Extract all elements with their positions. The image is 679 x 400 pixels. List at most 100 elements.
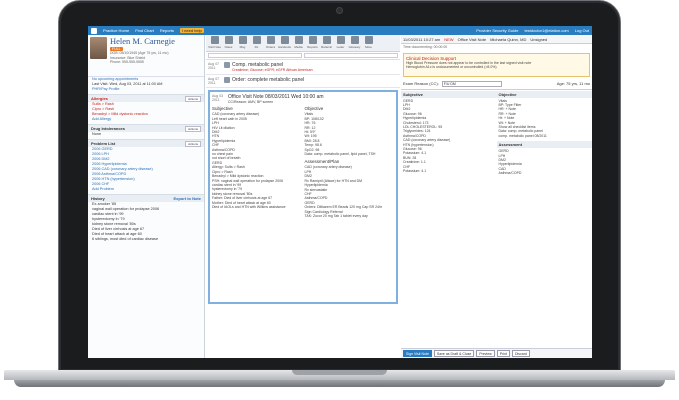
orders-button[interactable]: Orders	[264, 36, 277, 50]
camera	[336, 7, 343, 14]
note-date: Aug 03 2011	[212, 94, 224, 102]
nav-user[interactable]: testdoctor1@elation.com	[524, 28, 568, 33]
notes-button[interactable]: Notes	[222, 36, 235, 50]
note-line: TAK: Zocor 20 mg Tab 1 tablet every day	[304, 213, 368, 218]
discard-button[interactable]: Discard	[512, 350, 530, 357]
save-draft-button[interactable]: Save as Draft & Close	[433, 350, 475, 357]
print-button[interactable]: Print	[496, 350, 510, 357]
handouts-button[interactable]: Handouts	[278, 36, 291, 50]
time-documenting: Time documenting: 00:00:00	[403, 45, 448, 49]
editor-header: 11/03/2011 10:27 am NEW Office Visit Not…	[401, 35, 592, 44]
note-subjective: Subjective CAD (coronary artery disease)…	[212, 106, 302, 218]
preview-button[interactable]: Preview	[476, 350, 495, 357]
history-footer: 6 siblings, most died of cardiac disease	[92, 237, 159, 241]
entry-sub: Creatinine; Glucose; eGFR; eGFR African …	[232, 68, 313, 72]
sign-visit-note-button[interactable]: Sign Visit Note	[403, 350, 432, 357]
visit-note-button[interactable]: Visit Note	[208, 36, 221, 50]
nav-logout[interactable]: Log Out	[575, 28, 589, 33]
problem-actions[interactable]: Actions	[185, 140, 201, 147]
top-nav: Practice Home Find Chart Reports I need …	[88, 26, 592, 35]
note-line: Asthma/COPD	[498, 171, 522, 176]
provider-select[interactable]: Michaela Quinn, MD	[490, 37, 526, 42]
orders-icon	[266, 36, 275, 44]
note-editor: 11/03/2011 10:27 am NEW Office Visit Not…	[401, 35, 592, 358]
note-type-select[interactable]: Office Visit Note	[458, 37, 487, 42]
problem-list-header[interactable]: Problem List Actions	[88, 140, 204, 147]
chart-toolbar: Visit Note Notes Msg Rx Orders Handouts …	[206, 35, 400, 52]
more-icon	[364, 36, 373, 44]
glossary-icon	[350, 36, 359, 44]
nav-help[interactable]: I need help	[179, 28, 204, 33]
note-line: comp. metabolic panel 08/2011	[498, 133, 547, 138]
nav-reports[interactable]: Reports	[160, 28, 174, 33]
filter-select[interactable]	[208, 53, 302, 58]
patient-age: Age: 75 yrs, 11 mo	[556, 81, 590, 87]
allergies-header[interactable]: Allergies Actions	[88, 95, 204, 102]
media-button[interactable]: Media	[292, 36, 305, 50]
drug-none: None	[92, 132, 102, 136]
nav-security-guide[interactable]: Provider Security Guide	[476, 28, 518, 33]
entry-title: Order: complete metabolic panel	[232, 77, 305, 83]
more-button[interactable]: More	[362, 36, 375, 50]
editor-subjective: Subjective GERD LPH DM2 Glucose: 96 Hyperlip…	[401, 90, 497, 177]
note-line: Potassium: 4.1	[403, 169, 427, 174]
assessment-header: Assessment	[496, 141, 592, 149]
unsigned-badge: Unsigned	[530, 36, 548, 42]
feed-entry[interactable]: Aug 07 2011 Comp. metabolic panel Creatin…	[206, 60, 400, 75]
feed-entry[interactable]: Aug 07 2011 Order: complete metabolic pa…	[206, 75, 400, 88]
visit-note-card[interactable]: Aug 03 2011 Office Visit Note 08/03/2011…	[208, 90, 398, 304]
entry-date: Aug 07 2011	[208, 62, 220, 70]
msg-button[interactable]: Msg	[236, 36, 249, 50]
add-allergy-link[interactable]: Add Allergy	[88, 117, 204, 122]
new-badge: NEW	[444, 36, 454, 42]
patient-dob: DOB: 05/10/1945 (Age 75 yrs, 11 mo)	[110, 51, 169, 55]
clinical-decision-support: Clinical Decision Support High Blood Pre…	[403, 52, 590, 77]
entry-date: Aug 07 2011	[208, 77, 220, 85]
patient-name: Helen M. Carnegie	[110, 36, 175, 46]
glossary-button[interactable]: Glossary	[348, 36, 361, 50]
nav-practice-home[interactable]: Practice Home	[103, 28, 129, 33]
editor-objective: Objective Vitals BP: Type Filter HR: + Not…	[496, 90, 592, 177]
drug-intolerances-header[interactable]: Drug Intolerances Actions	[88, 125, 204, 132]
app-screen: Practice Home Find Chart Reports I need …	[88, 26, 592, 358]
notes-icon	[224, 36, 233, 44]
message-icon	[238, 36, 247, 44]
note-line: Died of IAOLs and HTN with Wilkins assis…	[212, 204, 286, 209]
editor-footer: Sign Visit Note Save as Draft & Close Pr…	[401, 348, 592, 358]
export-to-note[interactable]: Export to Note	[173, 196, 201, 201]
note-icon	[210, 36, 219, 44]
filter-select[interactable]	[304, 53, 398, 58]
drug-actions[interactable]: Actions	[185, 125, 201, 132]
laptop-base	[0, 368, 679, 400]
nav-find-chart[interactable]: Find Chart	[135, 28, 154, 33]
reports-button[interactable]: Reports	[306, 36, 319, 50]
history-header[interactable]: History Export to Note	[88, 195, 204, 202]
rx-icon	[252, 36, 261, 44]
exam-reason-input[interactable]: F/U DM	[441, 80, 502, 87]
note-ap-title: Assessment/Plan	[304, 159, 340, 165]
media-icon	[294, 36, 303, 44]
add-problem-link[interactable]: Add Problem	[88, 187, 204, 192]
patient-sidebar: Helen M. Carnegie FULL DOB: 05/10/1945 (…	[88, 35, 205, 358]
handout-icon	[280, 36, 289, 44]
patient-phone: Phone: 555-555-5555	[110, 60, 144, 65]
exam-reason-label: Exam Reason (CC):	[403, 81, 439, 87]
note-cc: CC/Reason: AMV, BP screen	[228, 100, 274, 104]
note-line: Orders: Diltiazem ER Beads 120 mg Cap SR…	[304, 205, 383, 210]
letter-button[interactable]: Letter	[334, 36, 347, 50]
note-objective: Objective Vitals BP: 108/102 HR: 76 RR: 12 H…	[305, 106, 395, 218]
letter-icon	[336, 36, 345, 44]
referral-button[interactable]: Referral	[320, 36, 333, 50]
allergies-actions[interactable]: Actions	[185, 95, 201, 102]
lab-icon	[224, 62, 230, 68]
order-icon	[224, 77, 230, 83]
rx-button[interactable]: Rx	[250, 36, 263, 50]
editor-date[interactable]: 11/03/2011 10:27 am	[403, 37, 440, 42]
referral-icon	[322, 36, 331, 44]
chart-feed: Visit Note Notes Msg Rx Orders Handouts …	[206, 35, 400, 358]
logo-icon	[91, 27, 97, 34]
phr-link[interactable]: PHR/Pay Profile	[88, 87, 204, 92]
cds-alert[interactable]: Hemoglobin A1c is undocumented or uncont…	[406, 65, 587, 69]
feed-filters	[206, 52, 400, 60]
reports-icon	[308, 36, 317, 44]
